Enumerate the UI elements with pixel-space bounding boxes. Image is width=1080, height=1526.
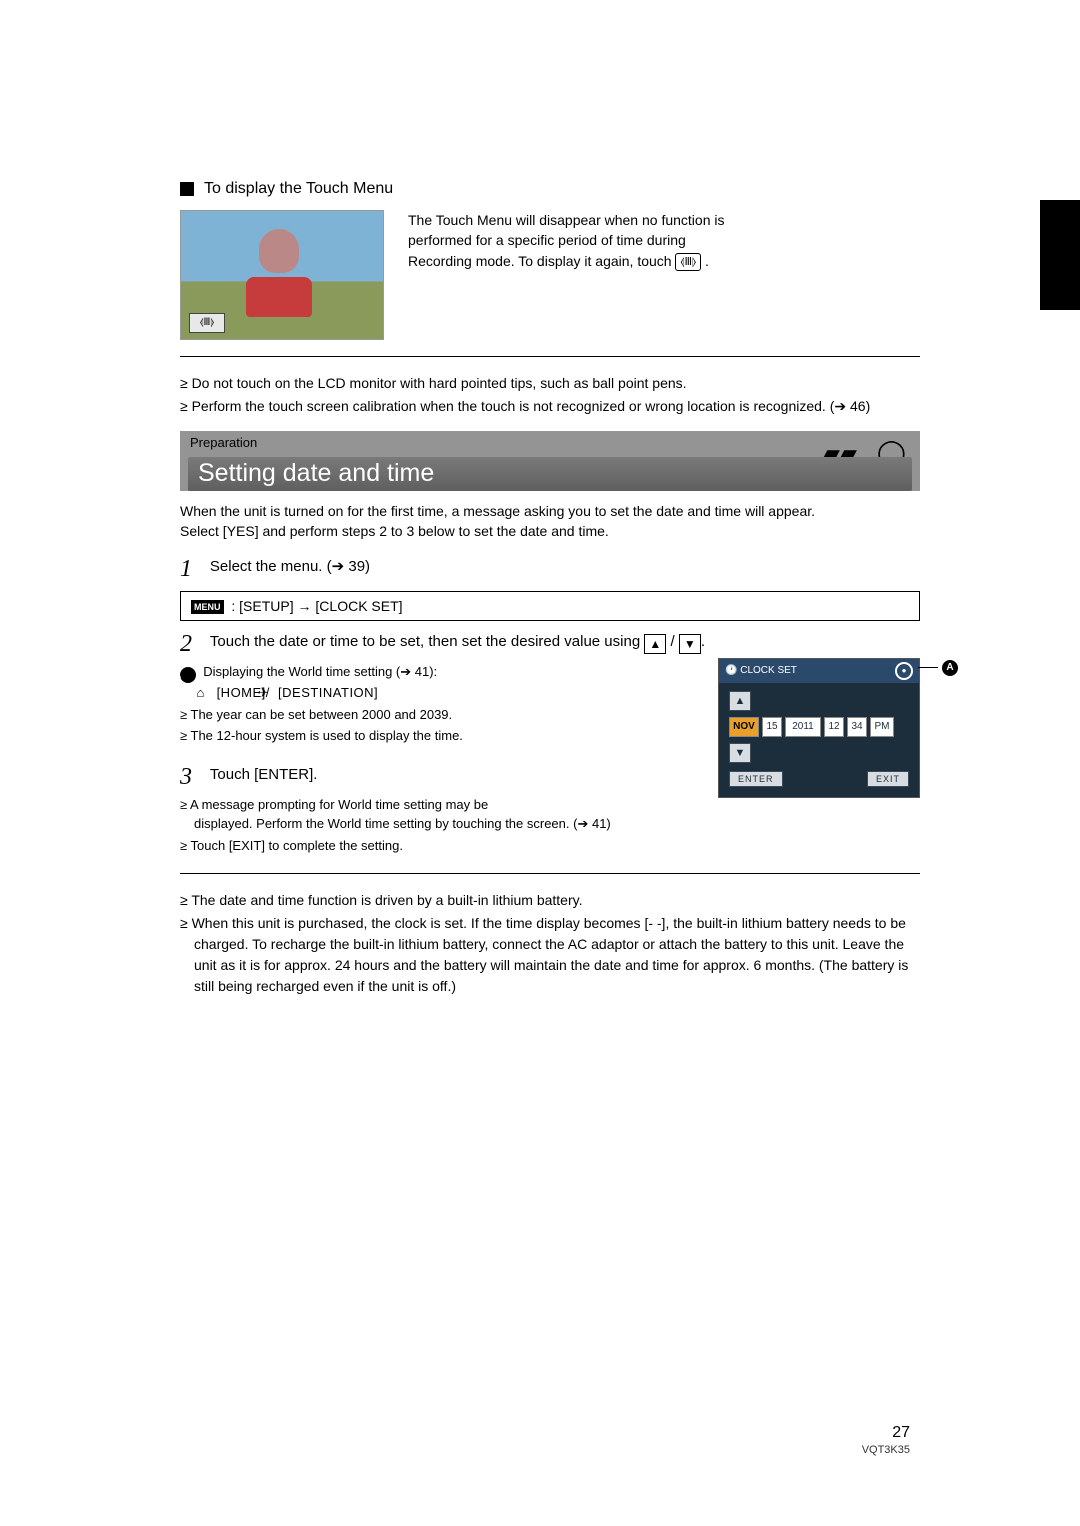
step-3: 3 Touch [ENTER].	[180, 764, 698, 791]
menu-path-box: MENU : [SETUP] → [CLOCK SET]	[180, 591, 920, 621]
section-heading: To display the Touch Menu	[180, 180, 920, 198]
step-text: Touch [ENTER].	[210, 764, 698, 785]
touch-menu-row: ⦉Ⅲ⦊ The Touch Menu will disappear when n…	[180, 210, 920, 340]
touch-menu-icon: ⦉Ⅲ⦊	[189, 313, 225, 333]
callout-a: A	[918, 660, 958, 676]
square-bullet-icon	[180, 182, 194, 196]
step-2-bullets: A Displaying the World time setting (➔ 4…	[180, 658, 698, 858]
arrow-icon: ➔	[332, 558, 345, 575]
warning-list: ≥ Do not touch on the LCD monitor with h…	[180, 373, 920, 417]
bullet-item: ≥ The year can be set between 2000 and 2…	[180, 705, 698, 725]
hour-cell[interactable]: 12	[824, 717, 844, 737]
warning-item: ≥ Do not touch on the LCD monitor with h…	[180, 373, 920, 394]
chapter-bar: Preparation ▰▰ ◯ Setting date and time	[180, 431, 920, 491]
doc-code: VQT3K35	[862, 1444, 910, 1456]
callout-a-icon: A	[942, 660, 958, 676]
step-2-detail: A Displaying the World time setting (➔ 4…	[180, 658, 920, 858]
footnote-item: ≥ When this unit is purchased, the clock…	[180, 913, 920, 997]
arrow-icon: ➔	[834, 398, 846, 414]
bullet-item: ≥ Touch [EXIT] to complete the setting.	[180, 836, 698, 856]
step-1: 1 Select the menu. (➔ 39)	[180, 556, 920, 583]
year-cell[interactable]: 2011	[785, 717, 821, 737]
record-dot-icon: ●	[895, 662, 913, 680]
down-arrow-button-icon: ▼	[679, 634, 701, 654]
arrow-icon: ➔	[400, 664, 411, 679]
month-cell[interactable]: NOV	[729, 717, 759, 737]
day-cell[interactable]: 15	[762, 717, 782, 737]
footnote-item: ≥ The date and time function is driven b…	[180, 890, 920, 911]
down-button[interactable]: ▼	[729, 743, 751, 763]
touch-tab-icon: ⦉Ⅲ⦊	[675, 253, 701, 271]
section-title: To display the Touch Menu	[204, 180, 393, 198]
step-number: 3	[180, 764, 206, 791]
minute-cell[interactable]: 34	[847, 717, 867, 737]
step-text: Touch the date or time to be set, then s…	[210, 631, 920, 654]
bullet-item: A Displaying the World time setting (➔ 4…	[180, 662, 698, 703]
up-button[interactable]: ▲	[729, 691, 751, 711]
photo-subject	[239, 229, 319, 319]
bullet-item: ≥ A message prompting for World time set…	[180, 795, 698, 834]
bullet-item: ≥ The 12-hour system is used to display …	[180, 726, 698, 746]
intro-text: When the unit is turned on for the first…	[180, 501, 920, 542]
side-tab	[1040, 200, 1080, 310]
date-row: NOV 15 2011 12 34 PM	[729, 717, 909, 737]
menu-chip: MENU	[191, 600, 224, 614]
page-number: 27	[862, 1424, 910, 1442]
manual-page: To display the Touch Menu ⦉Ⅲ⦊ The Touch …	[0, 0, 1080, 1526]
touch-menu-description: The Touch Menu will disappear when no fu…	[408, 210, 920, 271]
step-2: 2 Touch the date or time to be set, then…	[180, 631, 920, 658]
menu-path: : [SETUP] → [CLOCK SET]	[228, 598, 403, 614]
step-number: 2	[180, 631, 206, 658]
up-arrow-button-icon: ▲	[644, 634, 666, 654]
callout-a-icon: A	[180, 667, 196, 683]
exit-button[interactable]: EXIT	[867, 771, 909, 787]
arrow-icon: ➔	[577, 816, 588, 831]
screenshot-thumbnail: ⦉Ⅲ⦊	[180, 210, 384, 340]
footnotes: ≥ The date and time function is driven b…	[180, 890, 920, 997]
chapter-breadcrumb: Preparation	[190, 435, 257, 450]
clock-set-illustration: 🕐 CLOCK SET ● ▲ NOV 15 2011 12 34 PM ▼	[718, 658, 920, 798]
chapter-title: Setting date and time	[188, 457, 912, 491]
step-text: Select the menu. (➔ 39)	[210, 556, 920, 577]
divider	[180, 873, 920, 874]
warning-item: ≥ Perform the touch screen calibration w…	[180, 396, 920, 417]
divider	[180, 356, 920, 357]
ampm-cell[interactable]: PM	[870, 717, 894, 737]
enter-button[interactable]: ENTER	[729, 771, 783, 787]
clock-header: 🕐 CLOCK SET ●	[719, 659, 919, 683]
step-3-bullets: ≥ A message prompting for World time set…	[180, 795, 698, 856]
page-footer: 27 VQT3K35	[862, 1424, 910, 1456]
step-number: 1	[180, 556, 206, 583]
